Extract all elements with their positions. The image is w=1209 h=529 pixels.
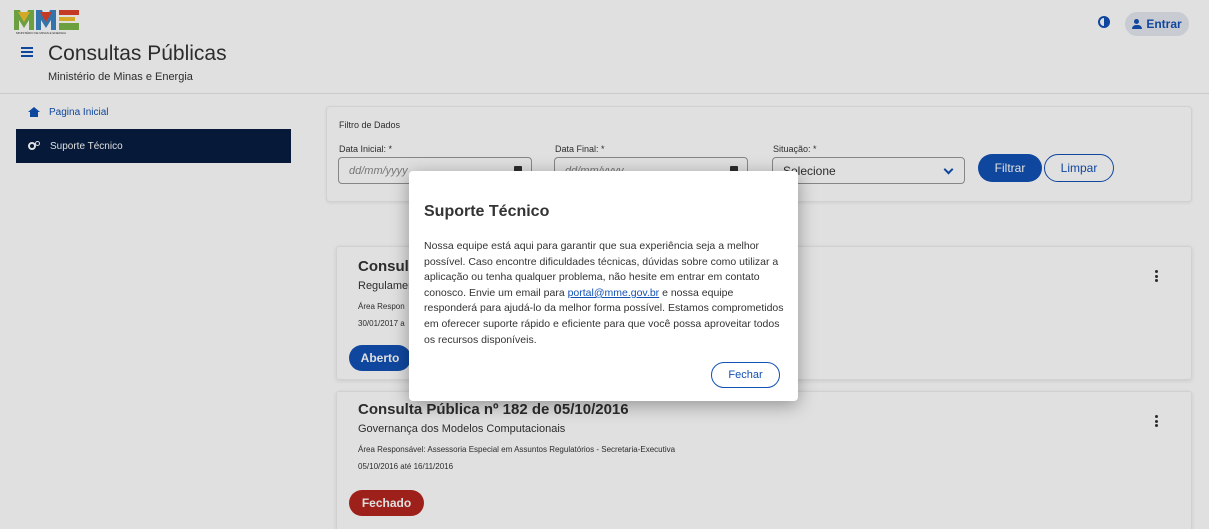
close-button[interactable]: Fechar xyxy=(711,362,780,388)
support-email-link[interactable]: portal@mme.gov.br xyxy=(568,287,660,299)
modal-title: Suporte Técnico xyxy=(424,203,550,220)
support-modal: Suporte Técnico Nossa equipe está aqui p… xyxy=(409,171,798,401)
modal-body: Nossa equipe está aqui para garantir que… xyxy=(424,239,788,348)
